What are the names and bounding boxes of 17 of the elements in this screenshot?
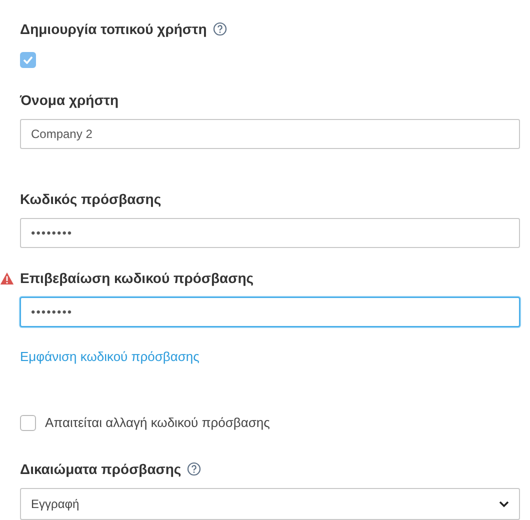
checkbox[interactable] [20, 52, 36, 68]
warning-icon [0, 272, 14, 285]
checkbox[interactable] [20, 414, 36, 431]
checkbox-label: Απαιτείται αλλαγή κωδικού πρόσβασης [45, 415, 270, 430]
field-label: Δικαιώματα πρόσβασης [20, 460, 182, 479]
input-field[interactable]: •••••••• [20, 297, 520, 328]
chevron-icon [499, 500, 509, 508]
select-field[interactable]: Εγγραφή [20, 488, 520, 520]
help-icon[interactable] [187, 462, 202, 476]
section-heading: Δημιουργία τοπικού χρήστη [20, 20, 207, 39]
field-label: Όνομα χρήστη [20, 90, 119, 110]
input-field[interactable]: •••••••• [20, 218, 520, 248]
field-label: Επιβεβαίωση κωδικού πρόσβασης [20, 269, 254, 288]
help-icon[interactable] [212, 22, 227, 36]
field-label: Κωδικός πρόσβασης [20, 190, 162, 209]
check-icon [23, 56, 33, 64]
input-field[interactable]: Company 2 [20, 118, 520, 149]
